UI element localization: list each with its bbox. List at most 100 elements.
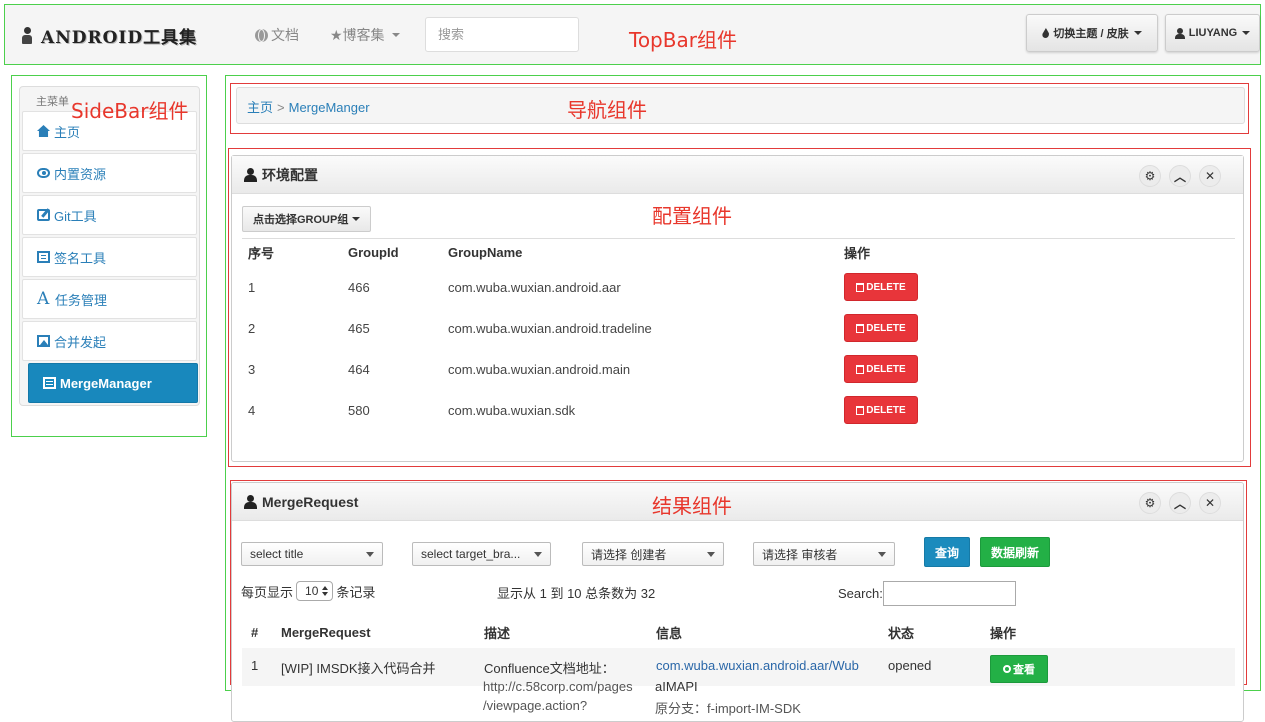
row-group-name: com.wuba.wuxian.sdk (448, 402, 576, 418)
merge-panel-title: MergeRequest (262, 493, 359, 510)
user-icon (244, 167, 257, 182)
column-header: GroupName (442, 238, 838, 267)
chevron-down-icon (534, 551, 542, 557)
merge-panel: MergeRequest ⚙ ︿ ✕ select title select t… (231, 482, 1244, 722)
reviewer-select[interactable]: 请选择 审核者 (753, 542, 895, 566)
table-search-input[interactable] (883, 581, 1016, 606)
row-group-id: 465 (348, 320, 370, 336)
table-row: 1 [WIP] IMSDK接入代码合并 Confluence文档地址： com.… (242, 648, 1235, 686)
breadcrumb: 主页 > MergeManger (236, 87, 1245, 124)
collapse-icon[interactable]: ︿ (1169, 165, 1191, 187)
android-logo-icon (19, 26, 37, 46)
chevron-down-icon (878, 551, 886, 557)
brand[interactable]: ANDROID工具集 (19, 23, 197, 48)
sidebar-item-merge-manager[interactable]: MergeManager (28, 363, 198, 403)
page-size-control: 每页显示 10 条记录 (241, 581, 375, 601)
sidebar-item-resources[interactable]: 内置资源 (22, 153, 197, 193)
delete-button[interactable]: DELETE (844, 314, 918, 342)
delete-button[interactable]: DELETE (844, 273, 918, 301)
trash-icon (856, 323, 865, 333)
row-group-name: com.wuba.wuxian.android.main (448, 361, 631, 377)
column-header: 描述 (484, 626, 511, 641)
row-status: opened (879, 648, 981, 686)
sidebar-item-sign[interactable]: 签名工具 (22, 237, 197, 277)
delete-button[interactable]: DELETE (844, 355, 918, 383)
topbar-annotation: TopBar组件 (629, 28, 737, 52)
home-icon (37, 125, 50, 137)
settings-icon[interactable]: ⚙ (1139, 165, 1161, 187)
chevron-down-icon (1242, 31, 1251, 35)
column-header: # (251, 625, 259, 640)
zoom-in-icon (1003, 665, 1011, 673)
title-select[interactable]: select title (241, 542, 383, 566)
sidebar-item-label: 合并发起 (54, 334, 107, 350)
config-panel-title: 环境配置 (262, 166, 318, 183)
sidebar-item-label: 任务管理 (55, 292, 108, 308)
trash-icon (856, 282, 865, 292)
row-group-id: 464 (348, 361, 370, 377)
user-menu-button[interactable]: LIUYANG (1165, 14, 1260, 52)
column-header: 操作 (838, 238, 1235, 267)
sidebar-item-label: Git工具 (54, 208, 97, 224)
sidebar-item-label: 内置资源 (54, 166, 107, 182)
nav-blog-dropdown[interactable]: ★博客集 (330, 25, 400, 45)
column-header: GroupId (342, 238, 442, 267)
panel-tools: ⚙ ︿ ✕ (1139, 492, 1221, 514)
brand-title: ANDROID工具集 (41, 28, 198, 48)
list-icon (37, 251, 50, 263)
nav-doc-link[interactable]: 文档 (255, 25, 299, 45)
row-no: 1 (242, 648, 272, 686)
column-header: 信息 (656, 626, 683, 641)
nav-doc-label: 文档 (271, 27, 299, 43)
merge-request-table: # MergeRequest 描述 信息 状态 操作 1 [WIP] IMSDK… (242, 617, 1235, 686)
page-size-select[interactable]: 10 (296, 581, 334, 601)
globe-icon (255, 28, 268, 42)
view-button[interactable]: 查看 (990, 655, 1048, 683)
sidebar: 主菜单 主页 内置资源 Git工具 签名工具 A 任务管理 合并发起 Merge… (19, 86, 200, 406)
sidebar-item-git[interactable]: Git工具 (22, 195, 197, 235)
font-icon: A (37, 289, 50, 309)
breadcrumb-home-link[interactable]: 主页 (247, 100, 273, 115)
column-header: 序号 (242, 238, 342, 267)
query-button[interactable]: 查询 (924, 537, 970, 567)
search-label: Search: (838, 586, 883, 601)
sidebar-item-merge-start[interactable]: 合并发起 (22, 321, 197, 361)
collapse-icon[interactable]: ︿ (1169, 492, 1191, 514)
breadcrumb-current[interactable]: MergeManger (289, 100, 370, 115)
calendar-icon (43, 377, 56, 389)
select-group-label: 点击选择GROUP组 (253, 214, 349, 226)
refresh-button[interactable]: 数据刷新 (980, 537, 1050, 567)
column-header: MergeRequest (281, 625, 371, 640)
creator-select[interactable]: 请选择 创建者 (582, 542, 724, 566)
config-annotation: 配置组件 (652, 204, 732, 228)
chevron-down-icon (366, 551, 374, 557)
merge-annotation: 结果组件 (652, 494, 732, 518)
target-branch-select[interactable]: select target_bra... (412, 542, 551, 566)
row-group-name: com.wuba.wuxian.android.aar (448, 279, 621, 295)
close-icon[interactable]: ✕ (1199, 165, 1221, 187)
merge-panel-header: MergeRequest (232, 483, 1243, 521)
table-row: 2 465 com.wuba.wuxian.android.tradeline … (242, 308, 1235, 349)
sidebar-item-tasks[interactable]: A 任务管理 (22, 279, 197, 319)
close-icon[interactable]: ✕ (1199, 492, 1221, 514)
row-no: 1 (248, 279, 256, 295)
nav-blog-label: ★博客集 (330, 27, 385, 43)
edit-icon (37, 209, 50, 221)
search-input[interactable] (425, 17, 579, 52)
theme-switch-button[interactable]: 切换主题 / 皮肤 (1026, 14, 1158, 52)
config-panel: 环境配置 ⚙ ︿ ✕ 点击选择GROUP组 序号 GroupId GroupNa… (231, 155, 1244, 462)
row-info-line3: 原分支：f-import-IM-SDK (655, 701, 801, 716)
chevron-down-icon (1133, 31, 1142, 35)
column-header: 操作 (990, 626, 1017, 641)
column-header: 状态 (888, 626, 915, 641)
sidebar-item-label: MergeManager (60, 375, 152, 391)
picture-icon (37, 335, 50, 347)
chevron-down-icon (391, 33, 400, 37)
user-icon (1174, 27, 1185, 39)
breadcrumb-separator: > (277, 100, 285, 115)
row-no: 4 (248, 402, 256, 418)
sidebar-item-label: 签名工具 (54, 250, 107, 266)
settings-icon[interactable]: ⚙ (1139, 492, 1161, 514)
delete-button[interactable]: DELETE (844, 396, 918, 424)
select-group-button[interactable]: 点击选择GROUP组 (242, 206, 372, 232)
